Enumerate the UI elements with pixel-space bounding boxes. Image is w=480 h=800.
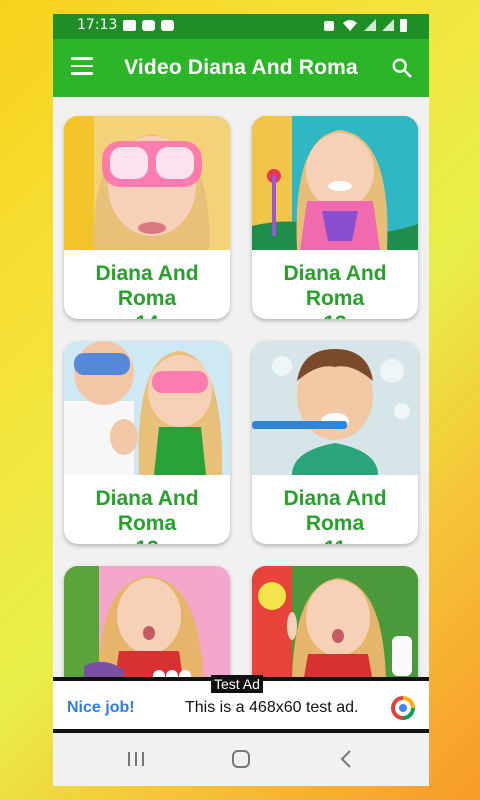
status-time: 17:13 [77,17,118,33]
system-nav-bar [53,733,429,786]
gallery-icon [123,20,136,31]
ad-label: Test Ad [211,675,263,693]
youtube-icon [161,20,174,31]
video-card-11[interactable]: Diana And Roma11 [252,341,418,544]
video-thumbnail [64,341,230,475]
adchoices-icon[interactable] [391,696,415,720]
banner-ad[interactable]: Test Ad Nice job! This is a 468x60 test … [53,675,429,733]
video-card[interactable] [252,566,418,677]
ad-headline: Nice job! [67,699,135,716]
video-card-13[interactable]: Diana And Roma13 [252,116,418,319]
back-icon[interactable] [334,747,360,771]
video-title: Diana And Roma13 [283,262,387,319]
wifi-icon [343,20,357,31]
video-thumbnail [64,566,230,677]
youtube-icon [142,20,155,31]
signal-icon [364,19,376,31]
video-card-12[interactable]: Diana And Roma12 [64,341,230,544]
video-thumbnail [252,116,418,250]
video-thumbnail [64,116,230,250]
video-card-14[interactable]: Diana And Roma14 [64,116,230,319]
video-title: Diana And Roma12 [95,487,199,544]
video-title: Diana And Roma11 [283,487,387,544]
search-icon[interactable] [391,57,413,79]
alarm-icon [324,21,334,31]
signal-icon [382,19,394,31]
video-thumbnail [252,566,418,677]
video-title: Diana And Roma14 [95,262,199,319]
home-icon[interactable] [228,747,254,771]
battery-icon [400,18,407,32]
status-bar: 17:13 [53,14,429,39]
video-thumbnail [252,341,418,475]
page-title: Video Diana And Roma [124,56,358,79]
status-icons [322,18,407,32]
phone-screen: 17:13 Video Diana And Roma Diana And Rom… [53,14,429,786]
video-card[interactable] [64,566,230,677]
recent-apps-icon[interactable] [123,747,149,771]
app-bar: Video Diana And Roma [53,39,429,97]
ad-text: This is a 468x60 test ad. [185,699,359,716]
video-grid: Diana And Roma14 Diana And Roma13 [53,97,429,677]
